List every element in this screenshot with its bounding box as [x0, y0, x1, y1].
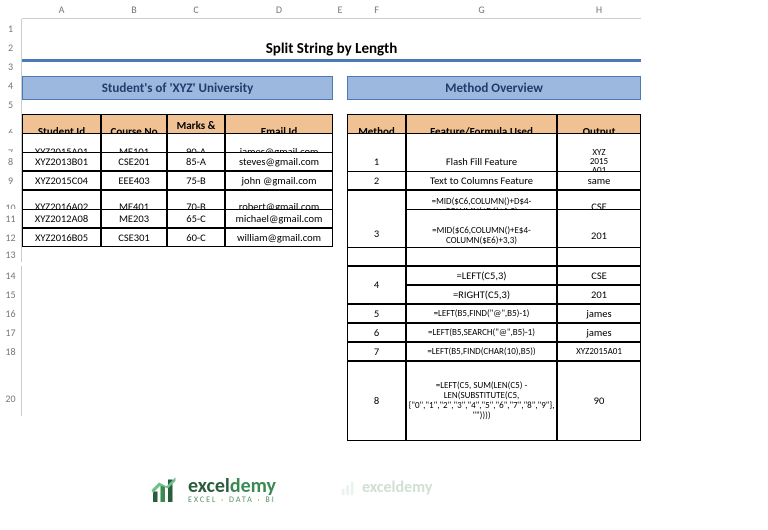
cell[interactable]: 6: [347, 323, 406, 342]
cell[interactable]: 75-B: [167, 171, 225, 190]
row-header[interactable]: 15: [0, 285, 22, 304]
cell[interactable]: 8: [347, 361, 406, 441]
watermark: exceldemy: [340, 478, 432, 497]
row-header[interactable]: 5: [0, 95, 22, 114]
cell[interactable]: =LEFT(B5,SEARCH("@",B5)-1): [406, 323, 557, 342]
row-header[interactable]: 8: [0, 152, 22, 171]
cell[interactable]: CSE201: [101, 152, 167, 171]
col-header[interactable]: A: [22, 0, 101, 19]
cell[interactable]: john @gmail.com: [225, 171, 333, 190]
cell[interactable]: 85-A: [167, 152, 225, 171]
cell[interactable]: 60-C: [167, 228, 225, 247]
cell[interactable]: XYZ2012A08: [22, 209, 101, 228]
watermark-text: exceldemy: [362, 478, 432, 497]
cell[interactable]: =LEFT(B5,FIND("@",B5)-1): [406, 304, 557, 323]
col-header[interactable]: F: [347, 0, 406, 19]
cell[interactable]: 90: [557, 361, 641, 441]
cell[interactable]: CSE301: [101, 228, 167, 247]
cell[interactable]: =LEFT(C5, SUM(LEN(C5) - LEN(SUBSTITUTE(C…: [406, 361, 557, 441]
cell[interactable]: [347, 247, 406, 266]
cell[interactable]: michael@gmail.com: [225, 209, 333, 228]
row-header[interactable]: 20: [0, 380, 22, 416]
cell[interactable]: =LEFT(C5,3): [406, 266, 557, 285]
row-header[interactable]: 16: [0, 304, 22, 323]
row-header[interactable]: 11: [0, 209, 22, 228]
cell[interactable]: CSE: [557, 266, 641, 285]
logo: exceldemy EXCEL · DATA · BI: [150, 475, 276, 505]
cell[interactable]: 2: [347, 171, 406, 190]
logo-name: exceldemy: [188, 476, 276, 496]
col-header[interactable]: B: [101, 0, 167, 19]
row-header[interactable]: 1: [0, 19, 22, 38]
cell[interactable]: same: [557, 171, 641, 190]
cell[interactable]: EEE403: [101, 171, 167, 190]
row-header[interactable]: 13: [0, 247, 22, 262]
row-header[interactable]: 2: [0, 38, 22, 57]
cell[interactable]: steves@gmail.com: [225, 152, 333, 171]
cell[interactable]: william@gmail.com: [225, 228, 333, 247]
col-header[interactable]: H: [557, 0, 641, 19]
row-header[interactable]: 17: [0, 323, 22, 342]
cell[interactable]: XYZ2016B05: [22, 228, 101, 247]
col-header[interactable]: E: [333, 0, 347, 19]
col-header[interactable]: C: [167, 0, 225, 19]
cell[interactable]: XYZ2015C04: [22, 171, 101, 190]
row-header[interactable]: 12: [0, 228, 22, 247]
cell[interactable]: XYZ2013B01: [22, 152, 101, 171]
row-header[interactable]: 18: [0, 342, 22, 361]
cell[interactable]: [406, 247, 557, 266]
spreadsheet-grid: A B C D E F G H 1 2 Split String by Leng…: [0, 0, 768, 399]
row-header[interactable]: 3: [0, 57, 22, 76]
row-header[interactable]: 9: [0, 171, 22, 190]
corner-cell: [0, 0, 22, 19]
cell[interactable]: james: [557, 304, 641, 323]
row-header[interactable]: 14: [0, 266, 22, 285]
cell[interactable]: 7: [347, 342, 406, 361]
cell[interactable]: Text to Columns Feature: [406, 171, 557, 190]
cell[interactable]: =LEFT(B5,FIND(CHAR(10),B5)): [406, 342, 557, 361]
cell[interactable]: XYZ2015A01: [557, 342, 641, 361]
cell[interactable]: 4: [347, 266, 406, 304]
cell[interactable]: 65-C: [167, 209, 225, 228]
col-header[interactable]: G: [406, 0, 557, 19]
cell[interactable]: ME203: [101, 209, 167, 228]
row-header[interactable]: 4: [0, 76, 22, 95]
cell[interactable]: [557, 247, 641, 266]
logo-tagline: EXCEL · DATA · BI: [188, 496, 276, 504]
cell[interactable]: james: [557, 323, 641, 342]
cell[interactable]: =RIGHT(C5,3): [406, 285, 557, 304]
col-header[interactable]: D: [225, 0, 333, 19]
cell[interactable]: 5: [347, 304, 406, 323]
cell[interactable]: 201: [557, 285, 641, 304]
logo-icon: [150, 475, 180, 505]
